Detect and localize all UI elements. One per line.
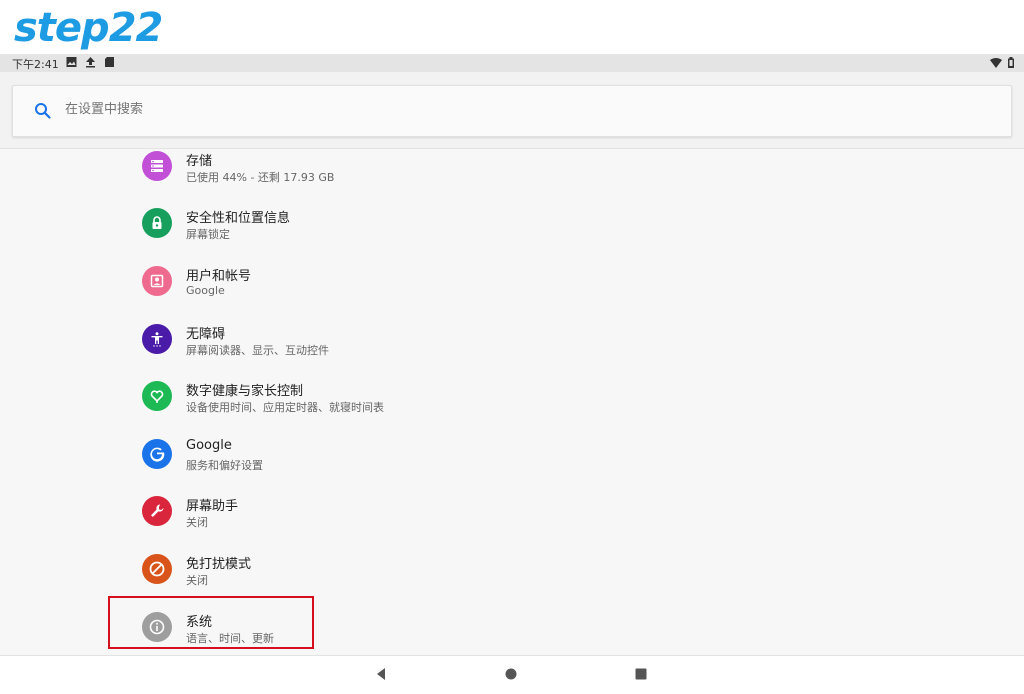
watermark-bar: step22 [0, 0, 1024, 54]
upload-icon [85, 56, 96, 68]
image-icon [66, 56, 77, 68]
battery-icon [1008, 57, 1014, 71]
settings-item-digital-wellbeing[interactable]: 数字健康与家长控制 设备使用时间、应用定时器、就寝时间表 [110, 373, 710, 427]
search-input[interactable] [65, 102, 765, 117]
storage-icon [142, 151, 172, 181]
wifi-icon [990, 57, 1002, 71]
settings-item-title: 安全性和位置信息 [186, 211, 291, 226]
settings-list: 存储 已使用 44% - 还剩 17.93 GB 安全性和位置信息 屏幕锁定 用… [0, 149, 1024, 655]
search-icon [33, 101, 53, 121]
do-not-disturb-icon [142, 554, 172, 584]
status-bar: 下午2:41 [0, 54, 1024, 72]
watermark-logo: step22 [14, 5, 163, 51]
settings-item-subtitle: 屏幕阅读器、显示、互动控件 [186, 344, 329, 357]
settings-item-accounts[interactable]: 用户和帐号 Google [110, 258, 710, 312]
account-icon [142, 266, 172, 296]
settings-item-title: 数字健康与家长控制 [186, 384, 304, 399]
settings-item-subtitle: 关闭 [186, 574, 208, 587]
wrench-icon [142, 496, 172, 526]
settings-item-subtitle: 服务和偏好设置 [186, 459, 263, 472]
settings-item-accessibility[interactable]: 无障碍 屏幕阅读器、显示、互动控件 [110, 316, 710, 370]
settings-item-security[interactable]: 安全性和位置信息 屏幕锁定 [110, 200, 710, 254]
sd-card-icon [104, 56, 115, 68]
settings-item-title: 存储 [186, 154, 213, 169]
info-icon [142, 612, 172, 642]
settings-item-subtitle: 设备使用时间、应用定时器、就寝时间表 [186, 401, 384, 414]
accessibility-icon [142, 324, 172, 354]
settings-item-subtitle: 语言、时间、更新 [186, 632, 274, 645]
status-notification-icons [66, 56, 115, 68]
settings-item-subtitle: Google [186, 284, 225, 297]
settings-item-system[interactable]: 系统 语言、时间、更新 [110, 604, 710, 655]
google-icon [142, 439, 172, 469]
settings-item-title: 系统 [186, 615, 213, 630]
settings-item-title: 用户和帐号 [186, 269, 252, 284]
settings-item-subtitle: 关闭 [186, 516, 208, 529]
search-area [0, 72, 1024, 149]
wellbeing-icon [142, 381, 172, 411]
search-box[interactable] [12, 85, 1012, 137]
settings-item-storage[interactable]: 存储 已使用 44% - 还剩 17.93 GB [110, 149, 710, 197]
settings-item-google[interactable]: Google 服务和偏好设置 [110, 431, 710, 485]
settings-item-subtitle: 屏幕锁定 [186, 228, 230, 241]
settings-item-screen-assistant[interactable]: 屏幕助手 关闭 [110, 488, 710, 542]
settings-item-subtitle: 已使用 44% - 还剩 17.93 GB [186, 171, 335, 184]
settings-item-title: 免打扰模式 [186, 557, 252, 572]
navigation-bar [0, 655, 1024, 694]
status-system-icons [990, 57, 1014, 71]
settings-item-do-not-disturb[interactable]: 免打扰模式 关闭 [110, 546, 710, 600]
status-time: 下午2:41 [12, 58, 59, 71]
back-icon[interactable] [373, 666, 389, 682]
settings-item-title: Google [186, 438, 232, 453]
lock-icon [142, 208, 172, 238]
settings-item-title: 无障碍 [186, 327, 226, 342]
recents-icon[interactable] [633, 666, 649, 682]
settings-item-title: 屏幕助手 [186, 499, 239, 514]
home-icon[interactable] [503, 666, 519, 682]
